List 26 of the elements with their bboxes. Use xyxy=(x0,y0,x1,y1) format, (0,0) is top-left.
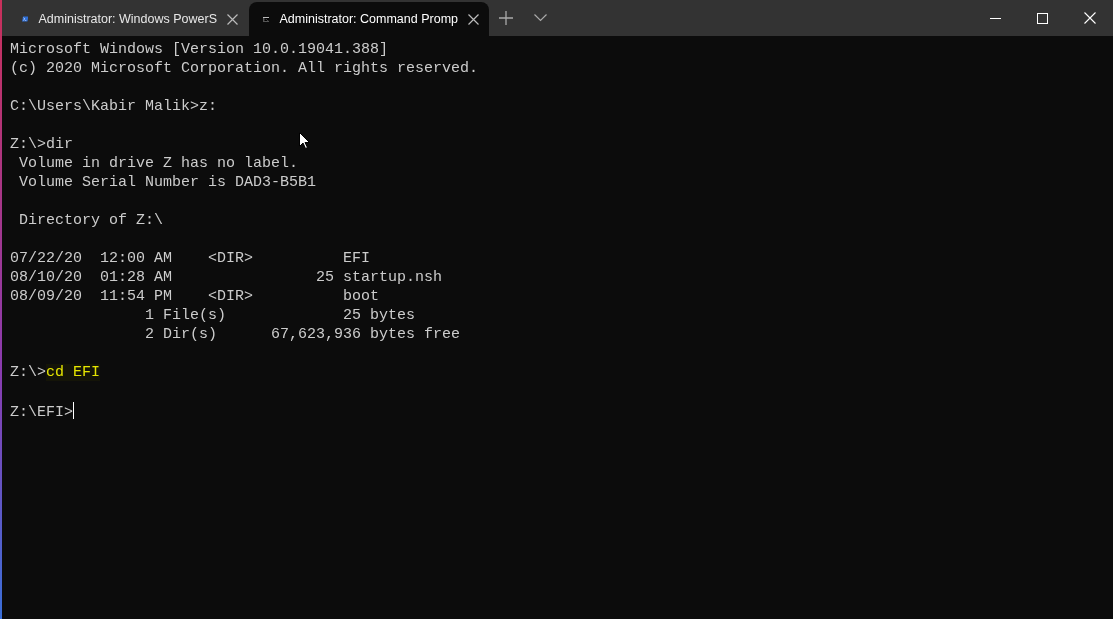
text-cursor xyxy=(73,402,74,419)
terminal-line: 07/22/20 12:00 AM <DIR> EFI xyxy=(10,250,371,267)
prompt: Z:\> xyxy=(10,364,46,381)
terminal-line: 1 File(s) 25 bytes xyxy=(144,307,416,324)
command-text: cd EFI xyxy=(46,364,101,381)
close-icon xyxy=(1083,12,1096,24)
close-icon xyxy=(227,13,238,25)
minimize-icon xyxy=(990,17,1001,19)
maximize-icon xyxy=(1037,12,1048,24)
tab[interactable]: Administrator: Command Promp xyxy=(249,2,489,36)
mouse-pointer-icon xyxy=(299,132,310,149)
terminal-line: 08/09/20 11:54 PM <DIR> boot xyxy=(10,288,380,305)
terminal-line: Microsoft Windows [Version 10.0.19041.388] xyxy=(10,41,389,58)
terminal-line: Volume Serial Number is DAD3-B5B1 xyxy=(18,174,317,191)
terminal-line: Z:\>dir xyxy=(10,136,73,153)
close-icon xyxy=(468,13,479,25)
prompt: Z:\EFI> xyxy=(10,404,73,421)
tab[interactable]: Administrator: Windows PowerS xyxy=(8,2,248,36)
terminal-line: (c) 2020 Microsoft Corporation. All rights reserved. xyxy=(10,60,479,77)
chevron-down-icon xyxy=(533,14,547,22)
terminal-line: 2 Dir(s) 67,623,936 bytes free xyxy=(144,326,461,343)
plus-icon xyxy=(499,11,513,25)
terminal-line: Volume in drive Z has no label. xyxy=(18,155,299,172)
terminal-line: C:\Users\Kabir Malik>z: xyxy=(10,98,218,115)
terminal-line: 08/10/20 01:28 AM 25 startup.nsh xyxy=(10,269,443,286)
terminal-line: Directory of Z:\ xyxy=(18,212,164,229)
